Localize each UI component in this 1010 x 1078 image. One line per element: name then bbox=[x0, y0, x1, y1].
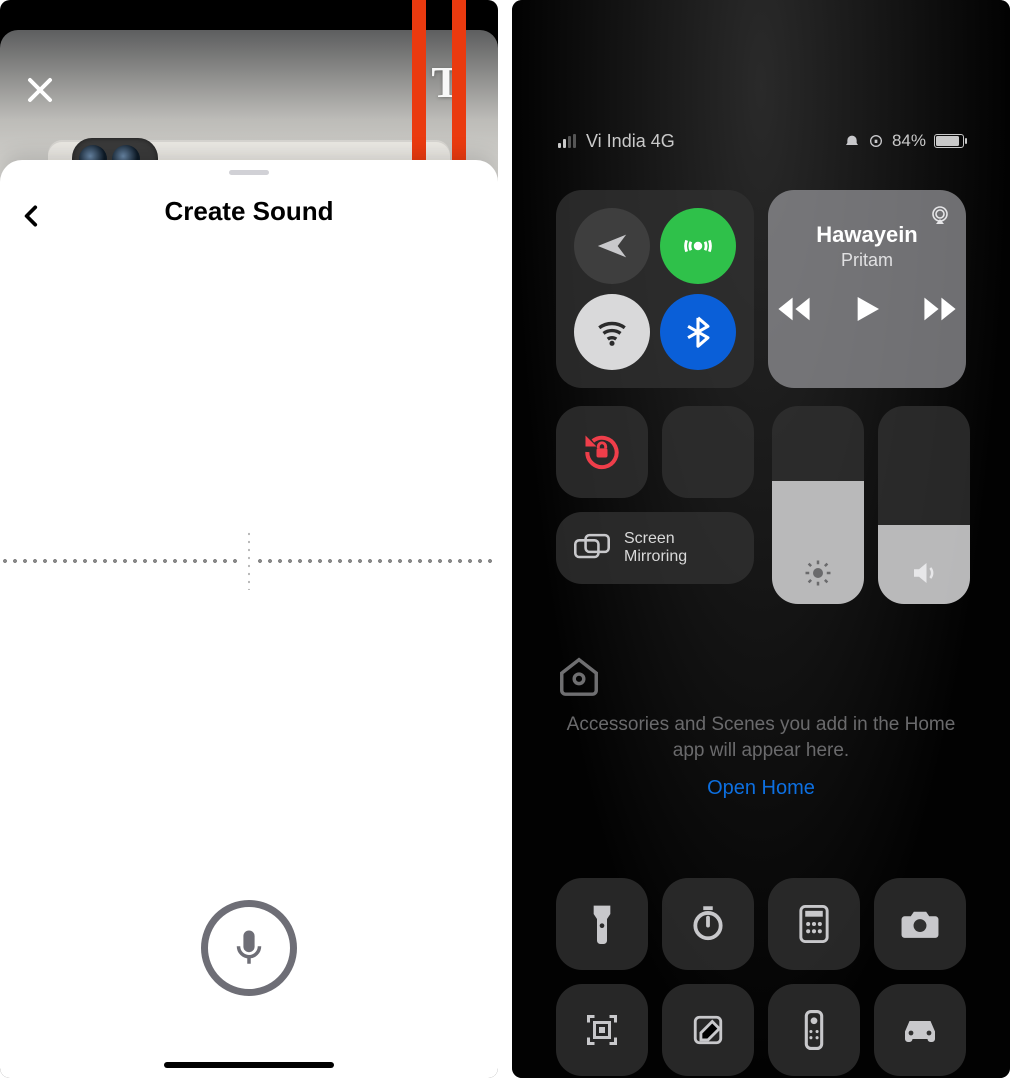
qr-scan-button[interactable] bbox=[556, 984, 648, 1076]
home-indicator[interactable] bbox=[164, 1062, 334, 1068]
snapchat-create-sound-screen: T Create Sound bbox=[0, 0, 498, 1078]
wifi-icon bbox=[595, 315, 629, 349]
connectivity-module[interactable] bbox=[556, 190, 754, 388]
home-widget-message: Accessories and Scenes you add in the Ho… bbox=[556, 712, 966, 763]
close-icon bbox=[25, 75, 55, 105]
sheet-grabber[interactable] bbox=[229, 170, 269, 175]
wifi-toggle[interactable] bbox=[574, 294, 650, 370]
sheet-title: Create Sound bbox=[0, 196, 498, 227]
battery-icon bbox=[934, 134, 964, 148]
previous-track-button[interactable] bbox=[777, 296, 811, 322]
do-not-disturb-toggle[interactable] bbox=[662, 406, 754, 498]
remote-icon bbox=[804, 1010, 824, 1050]
bluetooth-icon bbox=[681, 315, 715, 349]
orientation-lock-toggle[interactable] bbox=[556, 406, 648, 498]
bottom-tiles-row-2 bbox=[556, 984, 966, 1076]
home-widget: Accessories and Scenes you add in the Ho… bbox=[556, 652, 966, 800]
microphone-icon bbox=[228, 927, 270, 969]
airplay-icon bbox=[928, 204, 952, 228]
carrier-label: Vi India 4G bbox=[586, 131, 675, 152]
battery-percent: 84% bbox=[892, 131, 926, 151]
timer-icon bbox=[689, 905, 727, 943]
signal-bars-icon bbox=[558, 134, 576, 148]
waveform-playhead bbox=[248, 530, 250, 590]
car-icon bbox=[899, 1015, 941, 1045]
apple-tv-remote-button[interactable] bbox=[768, 984, 860, 1076]
now-playing-module[interactable]: Hawayein Pritam bbox=[768, 190, 966, 388]
record-button[interactable] bbox=[201, 900, 297, 996]
sun-icon bbox=[803, 558, 833, 588]
track-artist: Pritam bbox=[841, 250, 893, 271]
camera-button[interactable] bbox=[874, 878, 966, 970]
calculator-button[interactable] bbox=[768, 878, 860, 970]
ios-control-center-screen: Vi India 4G 84% bbox=[512, 0, 1010, 1078]
volume-slider[interactable] bbox=[878, 406, 970, 604]
screen-mirroring-button[interactable]: Screen Mirroring bbox=[556, 512, 754, 584]
orientation-lock-on-icon bbox=[580, 430, 624, 474]
screen-mirroring-icon bbox=[574, 533, 610, 563]
cellular-icon bbox=[681, 229, 715, 263]
open-home-link[interactable]: Open Home bbox=[707, 777, 815, 800]
brightness-slider[interactable] bbox=[772, 406, 864, 604]
airplane-icon bbox=[595, 229, 629, 263]
waveform-dots-left bbox=[0, 559, 243, 563]
carplay-button[interactable] bbox=[874, 984, 966, 1076]
notes-button[interactable] bbox=[662, 984, 754, 1076]
close-button[interactable] bbox=[18, 68, 62, 112]
flashlight-button[interactable] bbox=[556, 878, 648, 970]
status-bar: Vi India 4G 84% bbox=[558, 128, 964, 154]
timer-button[interactable] bbox=[662, 878, 754, 970]
next-track-button[interactable] bbox=[923, 296, 957, 322]
camera-icon bbox=[900, 908, 940, 940]
speaker-icon bbox=[909, 558, 939, 588]
note-icon bbox=[691, 1013, 725, 1047]
alarm-icon bbox=[844, 133, 860, 149]
orientation-lock-icon bbox=[868, 133, 884, 149]
airplay-button[interactable] bbox=[928, 204, 952, 228]
qr-icon bbox=[584, 1012, 620, 1048]
create-sound-sheet: Create Sound bbox=[0, 160, 498, 1078]
play-button[interactable] bbox=[851, 293, 883, 325]
screen-mirroring-label: Screen Mirroring bbox=[624, 530, 687, 567]
bottom-tiles-row-1 bbox=[556, 878, 966, 970]
flashlight-icon bbox=[587, 904, 617, 944]
track-title: Hawayein bbox=[816, 222, 918, 248]
bluetooth-toggle[interactable] bbox=[660, 294, 736, 370]
cellular-data-toggle[interactable] bbox=[660, 208, 736, 284]
airplane-mode-toggle[interactable] bbox=[574, 208, 650, 284]
waveform-dots-right bbox=[255, 559, 498, 563]
home-icon bbox=[556, 652, 602, 698]
calculator-icon bbox=[799, 905, 829, 943]
moon-icon bbox=[688, 432, 728, 472]
